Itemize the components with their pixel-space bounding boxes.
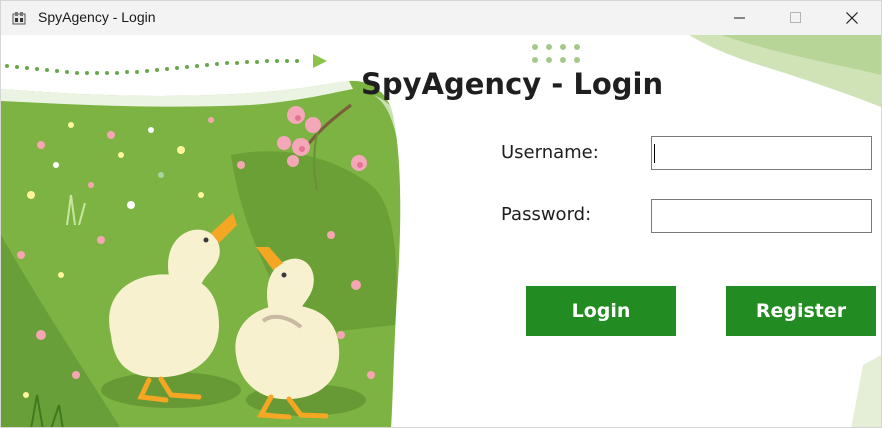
app-icon — [12, 12, 26, 25]
username-field[interactable] — [651, 136, 872, 170]
login-button[interactable]: Login — [526, 286, 676, 336]
minimize-icon — [734, 17, 745, 19]
title-bar[interactable]: SpyAgency - Login — [1, 1, 881, 35]
login-panel: SpyAgency - Login Username: Password: Lo… — [1, 35, 881, 427]
login-window: SpyAgency - Login SpyAgency - Login User… — [0, 0, 882, 428]
page-title: SpyAgency - Login — [361, 67, 664, 101]
close-icon — [846, 12, 858, 24]
maximize-icon — [790, 12, 801, 23]
window-title: SpyAgency - Login — [38, 9, 156, 25]
maximize-button[interactable] — [773, 1, 819, 35]
username-label: Username: — [501, 142, 599, 163]
register-button[interactable]: Register — [726, 286, 876, 336]
password-field[interactable] — [651, 199, 872, 233]
text-caret — [654, 144, 655, 163]
password-label: Password: — [501, 204, 592, 225]
minimize-button[interactable] — [717, 1, 763, 35]
close-button[interactable] — [829, 1, 875, 35]
